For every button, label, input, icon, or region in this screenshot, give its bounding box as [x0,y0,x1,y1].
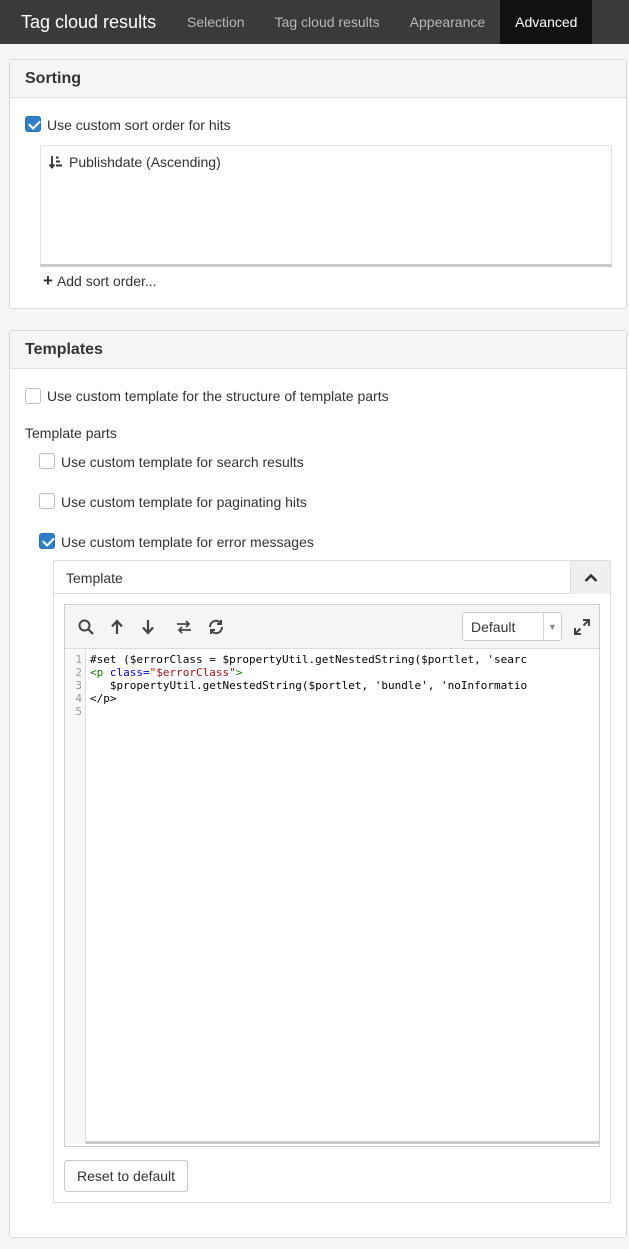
sort-order-item[interactable]: Publishdate (Ascending) [49,154,221,170]
custom-sort-checkbox[interactable] [25,116,41,132]
paginating-hits-template-checkbox[interactable] [39,493,55,509]
line-number-gutter: 1 2 3 4 5 [65,649,86,1144]
reset-to-default-button[interactable]: Reset to default [64,1160,189,1192]
code-line: <p class="$errorClass"> [90,666,599,679]
template-parts-heading: Template parts [25,425,117,441]
add-sort-order-button[interactable]: + Add sort order... [43,271,157,290]
code-content[interactable]: #set ($errorClass = $propertyUtil.getNes… [90,653,599,718]
editor-mode-select[interactable]: Default ▼ [462,612,562,641]
error-messages-template-checkbox[interactable] [39,533,55,549]
tab-advanced[interactable]: Advanced [500,0,593,44]
sort-order-item-label: Publishdate (Ascending) [69,154,221,170]
editor-toolbar: Default ▼ [65,605,599,649]
chevron-down-icon: ▼ [543,613,561,640]
template-editor-header: Template [54,561,610,594]
sorting-panel: Sorting Use custom sort order for hits P… [9,59,627,309]
search-results-template-checkbox[interactable] [39,453,55,469]
search-icon[interactable] [77,618,95,636]
code-area[interactable]: 1 2 3 4 5 #set ($errorClass = $propertyU… [65,649,599,1144]
line-number: 1 [75,653,82,666]
line-number: 2 [75,666,82,679]
code-line: </p> [90,692,117,705]
templates-panel: Templates Use custom template for the st… [9,330,627,1238]
code-token-string: "$errorClass" [149,666,236,679]
add-sort-order-label: Add sort order... [56,273,157,289]
arrow-up-icon[interactable] [108,618,126,636]
code-token-tag: <p [90,666,104,679]
refresh-icon[interactable] [207,618,225,636]
plus-icon: + [43,271,53,290]
template-editor-panel: Template Default ▼ 1 2 3 4 5 #set ($erro… [53,560,611,1203]
code-line: #set ($errorClass = $propertyUtil.getNes… [90,653,528,666]
collapse-button[interactable] [570,561,610,594]
templates-panel-title: Templates [10,331,626,369]
code-token-attr: class= [103,666,150,679]
code-token-tag: > [235,666,243,679]
line-number: 5 [75,705,82,718]
tab-appearance[interactable]: Appearance [395,0,501,44]
page-title: Tag cloud results [21,11,157,32]
fullscreen-icon[interactable] [573,618,591,636]
arrow-down-icon[interactable] [139,618,157,636]
chevron-up-icon [584,573,597,582]
structure-template-label: Use custom template for the structure of… [47,388,389,404]
editor-mode-value: Default [471,618,516,635]
code-editor: Default ▼ 1 2 3 4 5 #set ($errorClass = … [64,604,600,1147]
top-navigation-bar: Tag cloud results Selection Tag cloud re… [0,0,629,44]
sort-order-list[interactable]: Publishdate (Ascending) [40,145,612,267]
search-results-template-label: Use custom template for search results [61,454,304,470]
error-messages-template-label: Use custom template for error messages [61,534,314,550]
sort-ascending-icon [49,156,62,169]
custom-sort-label: Use custom sort order for hits [47,117,231,133]
tab-tag-cloud-results[interactable]: Tag cloud results [260,0,395,44]
replace-icon[interactable] [175,618,193,636]
paginating-hits-template-label: Use custom template for paginating hits [61,494,307,510]
template-editor-title: Template [66,570,123,586]
sorting-panel-title: Sorting [10,60,626,98]
line-number: 4 [75,692,82,705]
code-line: $propertyUtil.getNestedString($portlet, … [90,679,528,692]
structure-template-checkbox[interactable] [25,388,41,404]
tab-selection[interactable]: Selection [172,0,260,44]
line-number: 3 [75,679,82,692]
